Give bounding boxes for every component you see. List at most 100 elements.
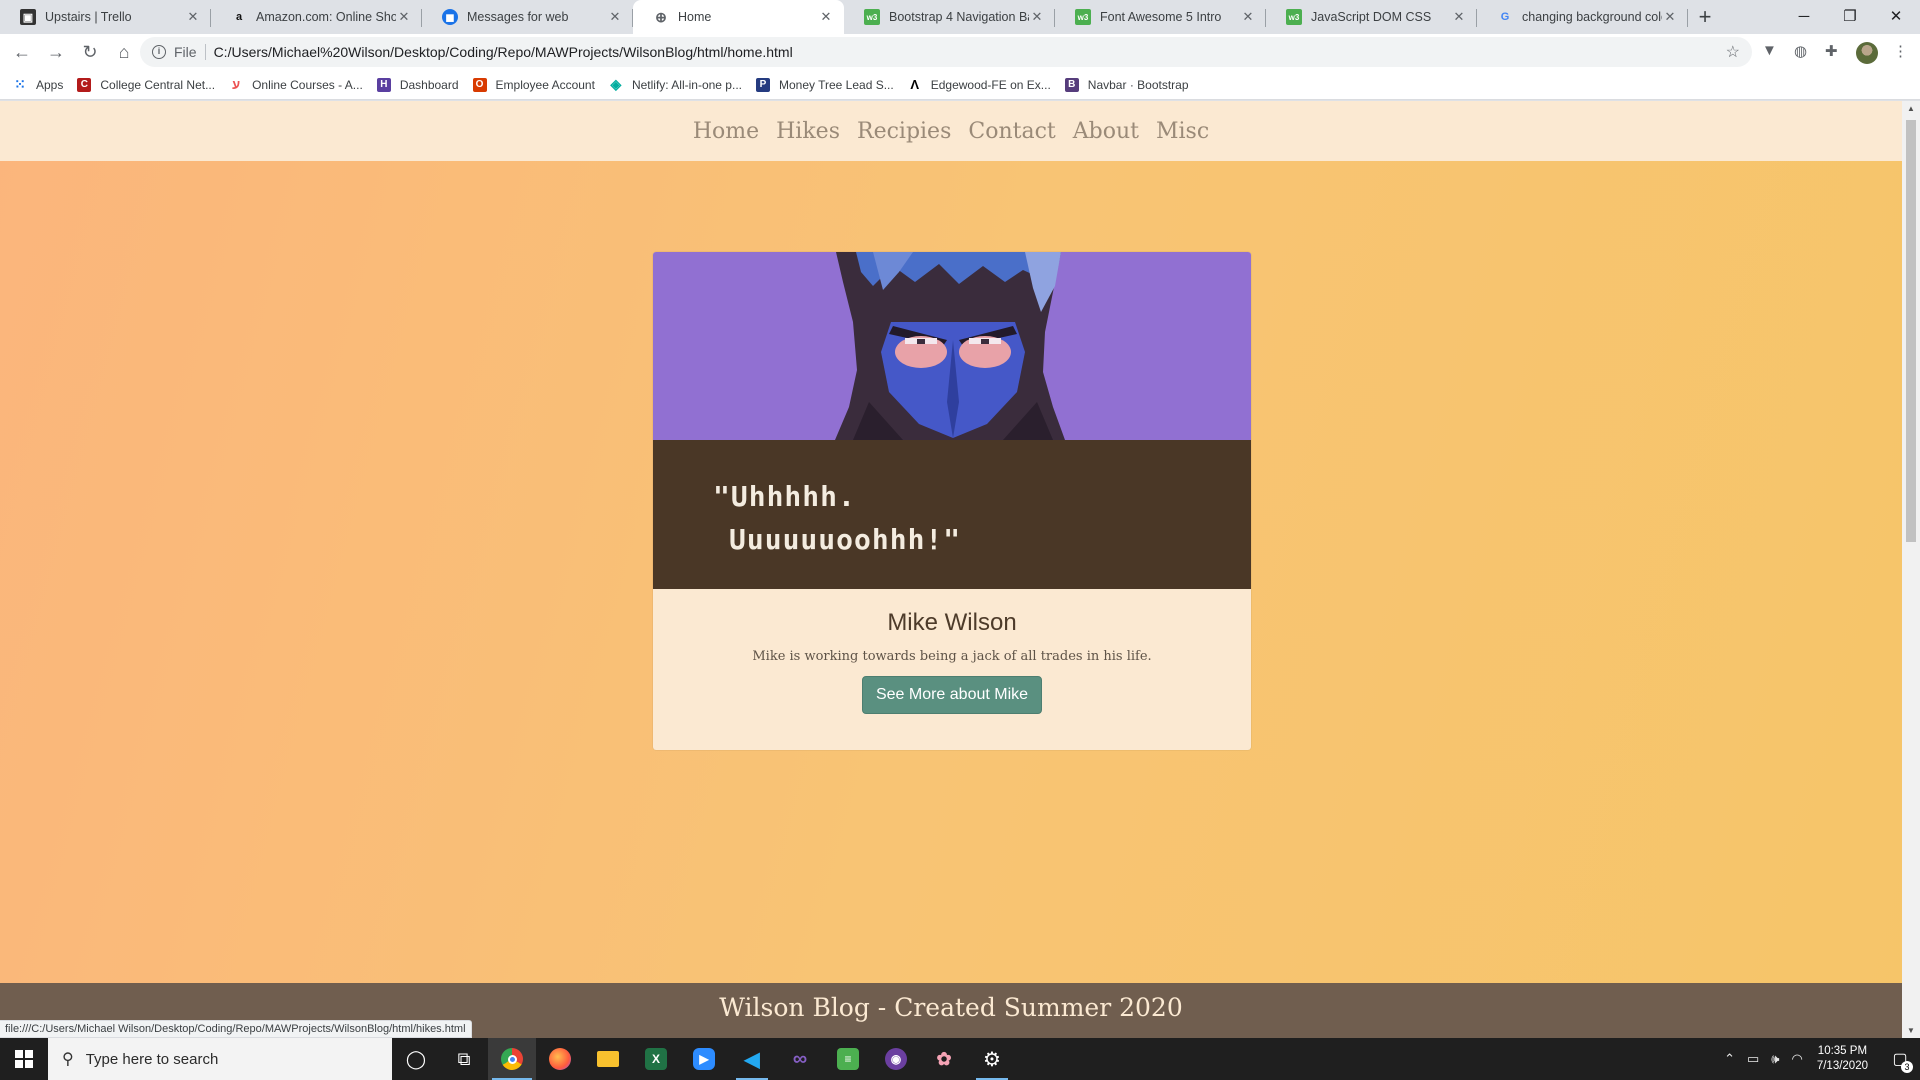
bookmark-bootstrap-navbar[interactable]: B Navbar · Bootstrap <box>1064 77 1189 92</box>
chevron-up-icon[interactable]: ⌃ <box>1724 1051 1735 1067</box>
paypal-icon: P <box>755 77 770 92</box>
taskbar-notepad[interactable]: ≡ <box>824 1038 872 1080</box>
tab-google-search[interactable]: G changing background color ✕ <box>1477 0 1688 34</box>
google-icon: G <box>1500 11 1510 23</box>
close-tab-icon[interactable]: ✕ <box>1029 9 1045 25</box>
netlify-icon: ◈ <box>610 76 622 92</box>
dialog-box <box>653 440 1251 589</box>
excel-icon: X <box>645 1048 667 1070</box>
trello-icon: ▣ <box>20 9 36 25</box>
close-tab-icon[interactable]: ✕ <box>396 9 412 25</box>
bookmarks-bar: ⁙ Apps C College Central Net... ע Online Co… <box>0 70 1920 100</box>
back-button[interactable]: ← <box>6 36 38 68</box>
tab-js-dom-css[interactable]: w3 JavaScript DOM CSS ✕ <box>1266 0 1477 34</box>
bookmark-label: Netlify: All-in-one p... <box>631 77 742 92</box>
w3schools-icon: w3 <box>1286 9 1302 25</box>
bookmark-edgewood[interactable]: Λ Edgewood-FE on Ex... <box>908 77 1051 92</box>
url-scheme: File <box>174 44 206 60</box>
bookmark-label: Edgewood-FE on Ex... <box>930 77 1051 92</box>
bookmark-label: Navbar · Bootstrap <box>1087 77 1189 92</box>
taskbar-excel[interactable]: X <box>632 1038 680 1080</box>
tab-title: Messages for web <box>467 10 569 24</box>
taskbar-zoom[interactable]: ▶ <box>680 1038 728 1080</box>
windows-logo-icon <box>15 1050 33 1068</box>
dashboard-icon: H <box>376 77 391 92</box>
tab-messages[interactable]: ◼ Messages for web ✕ <box>422 0 633 34</box>
tab-title: Bootstrap 4 Navigation Bar <box>889 10 1029 24</box>
ninja-portrait <box>835 252 1065 440</box>
bookmark-label: College Central Net... <box>100 77 216 92</box>
volume-icon[interactable]: 🕪 <box>1771 1051 1779 1067</box>
start-button[interactable] <box>0 1038 48 1080</box>
menu-kebab-icon[interactable]: ⋮ <box>1893 42 1908 60</box>
w3schools-icon: w3 <box>864 9 880 25</box>
nav-about[interactable]: About <box>1073 119 1139 144</box>
notifications-button[interactable]: ▢ 3 <box>1880 1038 1920 1080</box>
taskbar-app[interactable]: ◉ <box>872 1038 920 1080</box>
tab-bootstrap-navbar[interactable]: w3 Bootstrap 4 Navigation Bar ✕ <box>844 0 1055 34</box>
zoom-icon: ▶ <box>693 1048 715 1070</box>
new-tab-button[interactable]: + <box>1688 0 1722 34</box>
extensions-puzzle-icon[interactable]: ✚ <box>1825 42 1838 60</box>
bookmark-dashboard[interactable]: H Dashboard <box>376 77 459 92</box>
taskbar-settings[interactable]: ⚙ <box>968 1038 1016 1080</box>
back-arrow-icon: ← <box>13 41 31 62</box>
info-icon[interactable]: i <box>152 45 166 59</box>
home-button[interactable]: ⌂ <box>108 36 140 68</box>
see-more-button[interactable]: See More about Mike <box>861 676 1043 714</box>
profile-avatar[interactable] <box>1856 42 1878 64</box>
task-view-button[interactable]: ⧉ <box>440 1038 488 1080</box>
card-body: Mike Wilson Mike is working towards bein… <box>653 589 1251 714</box>
page-scrollbar[interactable]: ▲ ▼ <box>1902 101 1920 1038</box>
address-bar[interactable]: i File C:/Users/Michael%20Wilson/Desktop… <box>140 37 1752 67</box>
scrollbar-thumb[interactable] <box>1906 120 1916 542</box>
bookmark-star-icon[interactable]: ☆ <box>1726 42 1740 62</box>
wifi-icon[interactable]: ◠ <box>1791 1051 1802 1067</box>
close-tab-icon[interactable]: ✕ <box>1240 9 1256 25</box>
close-window-button[interactable]: ✕ <box>1868 0 1920 32</box>
extension-v-icon[interactable]: ▼ <box>1762 42 1777 59</box>
nav-home[interactable]: Home <box>693 119 759 144</box>
bookmark-online-courses[interactable]: ע Online Courses - A... <box>229 77 363 92</box>
taskbar-search[interactable]: ⚲ Type here to search <box>48 1038 392 1080</box>
bookmark-money-tree[interactable]: P Money Tree Lead S... <box>755 77 894 92</box>
close-tab-icon[interactable]: ✕ <box>818 9 834 25</box>
tab-title: Home <box>678 10 712 24</box>
nav-misc[interactable]: Misc <box>1156 119 1209 144</box>
battery-icon[interactable]: ▭ <box>1747 1051 1759 1067</box>
bookmark-employee-account[interactable]: O Employee Account <box>472 77 595 92</box>
scroll-down-icon[interactable]: ▼ <box>1907 1026 1915 1035</box>
task-view-icon: ⧉ <box>457 1048 471 1069</box>
bookmark-netlify[interactable]: ◈ Netlify: All-in-one p... <box>609 76 742 92</box>
nav-contact[interactable]: Contact <box>968 119 1055 144</box>
tab-home[interactable]: ⊕ Home ✕ <box>633 0 844 34</box>
nav-hikes[interactable]: Hikes <box>776 119 840 144</box>
scroll-up-icon[interactable]: ▲ <box>1907 104 1915 113</box>
forward-button[interactable]: → <box>40 36 72 68</box>
globe-icon: ⊕ <box>655 8 667 25</box>
cortana-button[interactable]: ◯ <box>392 1038 440 1080</box>
close-tab-icon[interactable]: ✕ <box>1662 9 1678 25</box>
url-text[interactable]: C:/Users/Michael%20Wilson/Desktop/Coding… <box>214 44 793 60</box>
nav-recipies[interactable]: Recipies <box>857 119 951 144</box>
bookmark-college-central[interactable]: C College Central Net... <box>77 77 216 92</box>
tab-amazon[interactable]: a Amazon.com: Online Shopping ✕ <box>211 0 422 34</box>
footer-text: Wilson Blog - Created Summer 2020 <box>719 993 1183 1022</box>
tab-trello[interactable]: ▣ Upstairs | Trello ✕ <box>0 0 211 34</box>
taskbar-paint[interactable]: ✿ <box>920 1038 968 1080</box>
reload-button[interactable]: ↻ <box>74 36 106 68</box>
clock[interactable]: 10:35 PM 7/13/2020 <box>1817 1044 1868 1074</box>
taskbar-vscode[interactable]: ◀ <box>728 1038 776 1080</box>
bookmark-apps[interactable]: ⁙ Apps <box>13 76 63 92</box>
taskbar-visual-studio[interactable]: ∞ <box>776 1038 824 1080</box>
taskbar-file-explorer[interactable] <box>584 1038 632 1080</box>
close-tab-icon[interactable]: ✕ <box>1451 9 1467 25</box>
taskbar-firefox[interactable] <box>536 1038 584 1080</box>
close-tab-icon[interactable]: ✕ <box>185 9 201 25</box>
extension-grey-icon[interactable]: ◍ <box>1794 42 1807 60</box>
card-title: Mike Wilson <box>887 609 1017 636</box>
close-tab-icon[interactable]: ✕ <box>607 9 623 25</box>
taskbar-chrome[interactable] <box>488 1038 536 1080</box>
tab-font-awesome[interactable]: w3 Font Awesome 5 Intro ✕ <box>1055 0 1266 34</box>
bookmark-label: Employee Account <box>495 77 595 92</box>
